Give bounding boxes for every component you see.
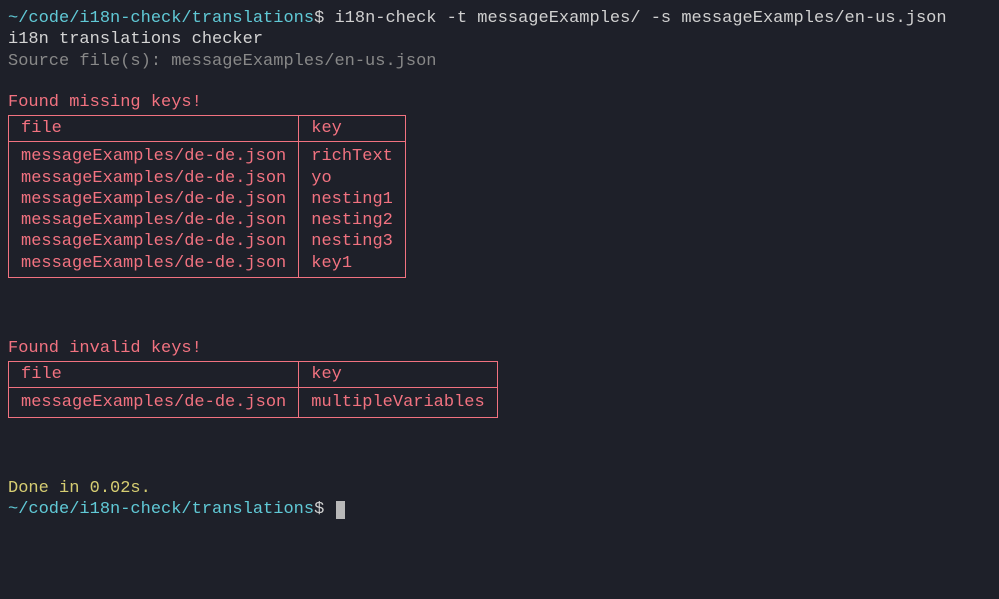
- table-header-row: file key: [9, 116, 406, 142]
- table-row: messageExamples/de-de.json messageExampl…: [9, 142, 406, 278]
- col-header-file: file: [9, 362, 299, 388]
- source-files-line: Source file(s): messageExamples/en-us.js…: [8, 51, 991, 72]
- prompt-path: ~/code/i18n-check/translations: [8, 500, 314, 519]
- col-header-file: file: [9, 116, 299, 142]
- cell-key: richText yo nesting1 nesting2 nesting3 k…: [299, 142, 406, 278]
- prompt-dollar: $: [314, 9, 324, 28]
- cell-file: messageExamples/de-de.json: [9, 388, 299, 417]
- table-row: messageExamples/de-de.json multipleVaria…: [9, 388, 498, 417]
- table-header-row: file key: [9, 362, 498, 388]
- col-header-key: key: [299, 362, 497, 388]
- missing-keys-heading: Found missing keys!: [8, 92, 991, 113]
- prompt-path: ~/code/i18n-check/translations: [8, 9, 314, 28]
- invalid-keys-heading: Found invalid keys!: [8, 338, 991, 359]
- done-line: Done in 0.02s.: [8, 478, 991, 499]
- command-text: i18n-check -t messageExamples/ -s messag…: [334, 9, 946, 28]
- cursor-icon: [336, 501, 345, 519]
- cell-key: multipleVariables: [299, 388, 497, 417]
- col-header-key: key: [299, 116, 406, 142]
- prompt-line-2[interactable]: ~/code/i18n-check/translations$: [8, 499, 991, 520]
- output-title: i18n translations checker: [8, 29, 991, 50]
- cell-file: messageExamples/de-de.json messageExampl…: [9, 142, 299, 278]
- prompt-dollar: $: [314, 500, 324, 519]
- invalid-keys-table: file key messageExamples/de-de.json mult…: [8, 361, 498, 418]
- terminal-window[interactable]: ~/code/i18n-check/translations$ i18n-che…: [8, 8, 991, 520]
- missing-keys-table: file key messageExamples/de-de.json mess…: [8, 115, 406, 278]
- prompt-line-1: ~/code/i18n-check/translations$ i18n-che…: [8, 8, 991, 29]
